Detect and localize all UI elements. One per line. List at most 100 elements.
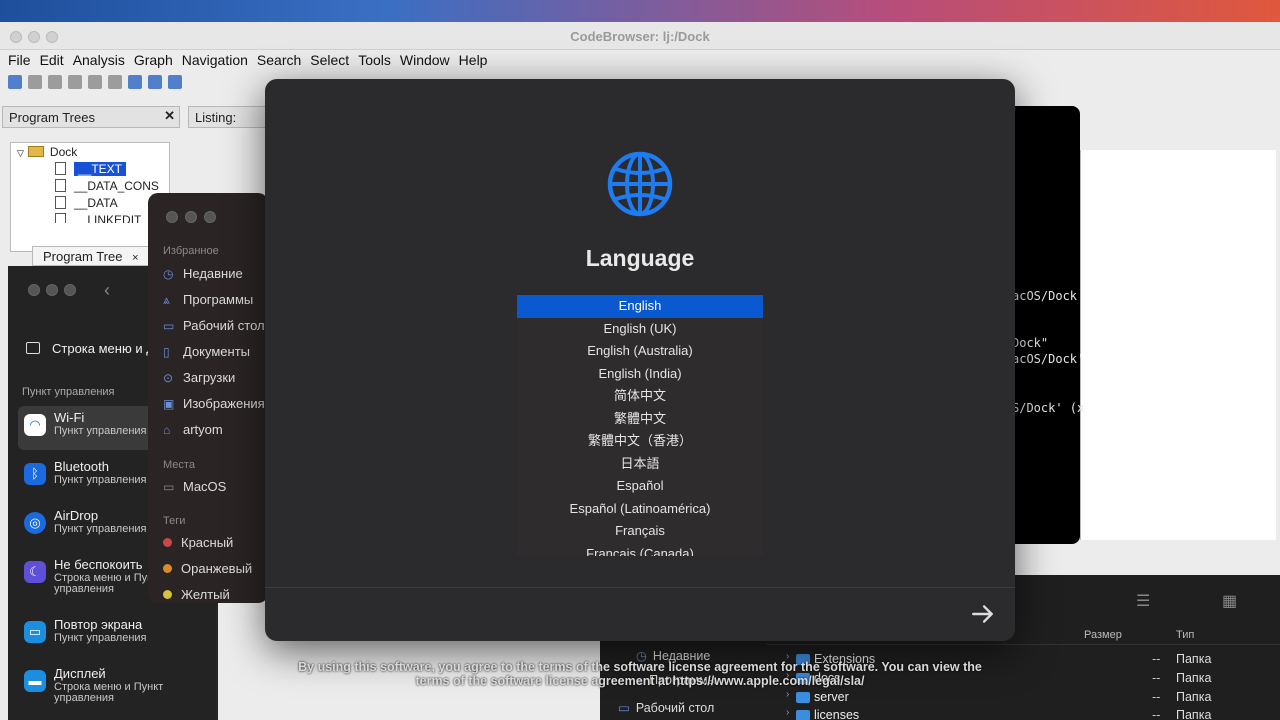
menu-tools[interactable]: Tools <box>358 50 400 70</box>
close-window-button[interactable] <box>166 211 178 223</box>
back-icon[interactable] <box>28 75 42 89</box>
tag-orange[interactable]: Оранжевый <box>163 561 252 576</box>
favorites-label: Избранное <box>163 245 219 257</box>
sidebar-item-desktop[interactable]: ▭ Рабочий стол <box>618 700 714 715</box>
menu-graph[interactable]: Graph <box>134 50 182 70</box>
fragment-icon <box>55 213 66 223</box>
chevron-right-icon[interactable]: › <box>786 707 789 718</box>
fragment-icon <box>55 162 66 175</box>
program-trees-label: Program Trees <box>9 110 95 125</box>
desktop-icon: ▭ <box>618 701 630 715</box>
data-icon[interactable] <box>168 75 182 89</box>
menu-window[interactable]: Window <box>400 50 459 70</box>
close-icon[interactable]: × <box>132 252 138 264</box>
file-row[interactable]: › server -- Папка <box>766 689 1280 707</box>
language-option[interactable]: English (Australia) <box>517 340 763 363</box>
list-view-icon[interactable]: ☰ <box>1136 591 1150 611</box>
chevron-down-icon[interactable]: ▽ <box>17 148 24 158</box>
fragment-icon <box>55 196 66 209</box>
sidebar-item-home[interactable]: ⌂ artyom <box>163 422 223 437</box>
sidebar-item-macos[interactable]: ▭ MacOS <box>163 479 226 494</box>
file-row[interactable]: › licenses -- Папка <box>766 707 1280 720</box>
menu-file[interactable]: File <box>8 50 40 70</box>
clock-icon: ◷ <box>163 267 174 281</box>
zoom-window-button[interactable] <box>204 211 216 223</box>
menu-select[interactable]: Select <box>310 50 358 70</box>
language-option[interactable]: 日本語 <box>517 453 763 476</box>
airdrop-icon: ◎ <box>24 512 46 534</box>
chevron-right-icon[interactable]: › <box>786 689 789 700</box>
settings-item-display[interactable]: ▬ Дисплей Строка меню и Пункт управления <box>18 662 214 710</box>
tag-yellow[interactable]: Желтый <box>163 587 230 601</box>
listing-panel <box>1080 150 1276 540</box>
license-line-1: By using this software, you agree to the… <box>298 660 982 674</box>
zoom-window-button[interactable] <box>64 284 76 296</box>
sidebar-item-documents[interactable]: ▯ Документы <box>163 344 250 359</box>
column-kind[interactable]: Тип <box>1176 629 1194 641</box>
download-icon: ⊙ <box>163 371 174 385</box>
arrow-right-icon <box>972 605 993 623</box>
tree-item-data[interactable]: __DATA <box>55 196 118 210</box>
sidebar-item-pictures[interactable]: ▣ Изображения <box>163 396 265 411</box>
terminal-line: acOS/Dock <box>1012 289 1078 303</box>
menu-edit[interactable]: Edit <box>40 50 73 70</box>
tag-red[interactable]: Красный <box>163 535 233 550</box>
tree-root[interactable]: ▽ Dock <box>17 145 77 159</box>
tree-item-linkedit[interactable]: __LINKEDIT <box>55 213 141 223</box>
sidebar-item-desktop[interactable]: ▭ Рабочий стол <box>163 318 265 333</box>
screen-mirroring-icon: ▭ <box>24 621 46 643</box>
back-icon[interactable]: ‹ <box>104 280 110 301</box>
sidebar-item-downloads[interactable]: ⊙ Загрузки <box>163 370 235 385</box>
minimize-window-button[interactable] <box>46 284 58 296</box>
tag-dot-icon <box>163 538 172 547</box>
language-option[interactable]: 简体中文 <box>517 385 763 408</box>
language-option[interactable]: Español <box>517 475 763 498</box>
fragment-icon <box>55 179 66 192</box>
disk-icon: ▭ <box>163 480 175 494</box>
menu-navigation[interactable]: Navigation <box>182 50 257 70</box>
down-arrow-icon[interactable] <box>128 75 142 89</box>
close-window-button[interactable] <box>28 284 40 296</box>
sidebar-item-recents[interactable]: ◷ Недавние <box>163 266 243 281</box>
language-option[interactable]: English (India) <box>517 363 763 386</box>
globe-icon <box>607 151 673 217</box>
column-size[interactable]: Размер <box>1084 629 1122 641</box>
program-tree: ▽ Dock __TEXT __DATA_CONS __DATA __LINKED… <box>10 142 170 252</box>
language-list[interactable]: English English (UK) English (Australia)… <box>517 295 763 556</box>
language-option[interactable]: Français (Canada) <box>517 543 763 557</box>
save-icon[interactable] <box>8 75 22 89</box>
language-option[interactable]: Español (Latinoamérica) <box>517 498 763 521</box>
menu-analysis[interactable]: Analysis <box>73 50 134 70</box>
nav-icon[interactable] <box>88 75 102 89</box>
settings-item-screen-mirroring[interactable]: ▭ Повтор экрана Пункт управления <box>18 613 214 657</box>
program-tree-tab[interactable]: Program Tree × <box>32 246 152 266</box>
language-option[interactable]: English <box>517 295 763 318</box>
language-option[interactable]: Français <box>517 520 763 543</box>
close-icon[interactable]: ✕ <box>164 108 175 124</box>
document-icon: ▯ <box>163 345 170 359</box>
instruction-icon[interactable] <box>148 75 162 89</box>
minimize-window-button[interactable] <box>185 211 197 223</box>
language-option[interactable]: English (UK) <box>517 318 763 341</box>
nav-icon[interactable] <box>68 75 82 89</box>
wifi-icon: ◠ <box>24 414 46 436</box>
menu-help[interactable]: Help <box>459 50 497 70</box>
sidebar-item-applications[interactable]: ⩓ Программы <box>163 292 253 308</box>
pictures-icon: ▣ <box>163 397 175 411</box>
terminal-line: acOS/Dock' <box>1012 352 1085 366</box>
language-option[interactable]: 繁體中文 <box>517 408 763 431</box>
terminal-line: S/Dock' (x <box>1012 401 1085 415</box>
grid-view-icon[interactable]: ▦ <box>1222 591 1237 611</box>
forward-icon[interactable] <box>48 75 62 89</box>
menu-search[interactable]: Search <box>257 50 310 70</box>
language-option[interactable]: 繁體中文（香港） <box>517 430 763 453</box>
tree-item-data-const[interactable]: __DATA_CONS <box>55 179 159 193</box>
program-trees-header: Program Trees ✕ <box>2 106 180 128</box>
home-icon: ⌂ <box>163 423 171 437</box>
window-title: CodeBrowser: lj:/Dock <box>570 29 710 44</box>
ghidra-titlebar: CodeBrowser: lj:/Dock <box>0 22 1280 50</box>
next-button[interactable] <box>969 601 997 629</box>
folder-icon <box>796 692 810 703</box>
nav-icon[interactable] <box>108 75 122 89</box>
tree-item-text[interactable]: __TEXT <box>55 162 127 176</box>
